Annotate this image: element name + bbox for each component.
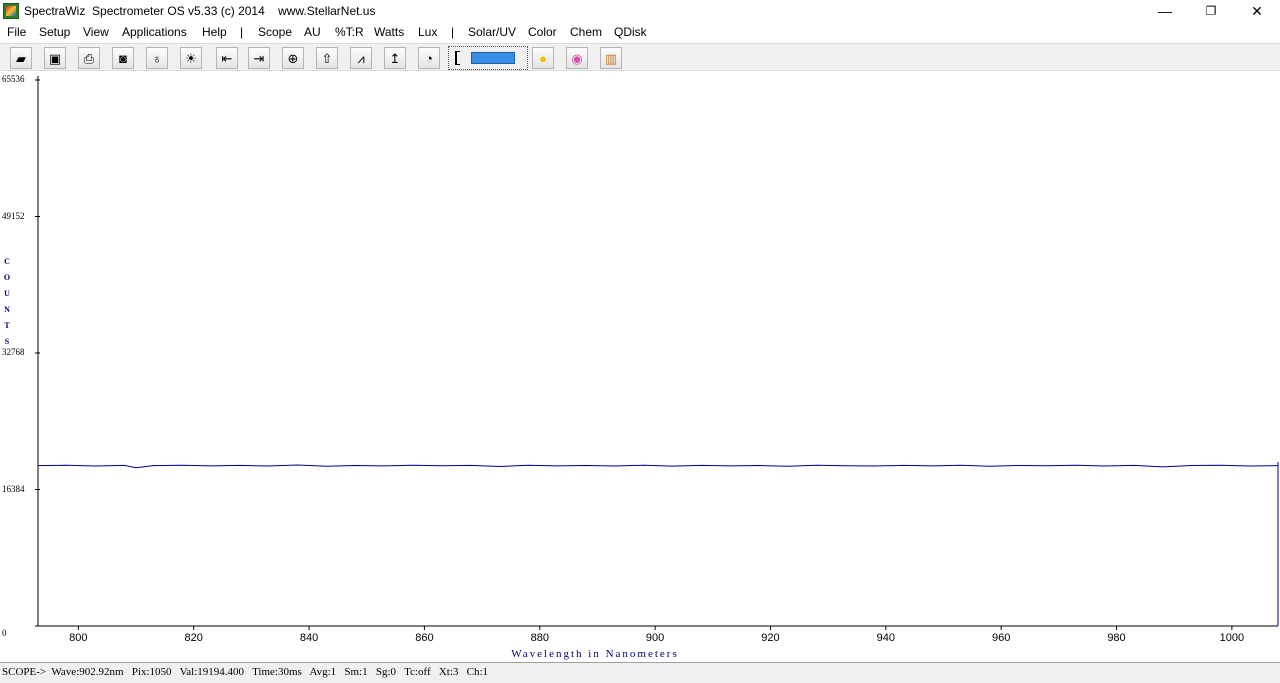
menu-watts[interactable]: Watts: [374, 25, 404, 39]
intensity-bar-control[interactable]: [448, 46, 528, 70]
x-tick-label: 1000: [1219, 632, 1245, 644]
chart-icon[interactable]: ▥: [600, 47, 622, 69]
solar-icon[interactable]: ●: [532, 47, 554, 69]
open-file-icon[interactable]: ▰: [10, 47, 32, 69]
x-tick-label: 800: [69, 632, 88, 644]
y-tick-label: 16384: [2, 483, 25, 494]
close-button[interactable]: ✕: [1234, 0, 1280, 22]
y-axis-label-letter: N: [4, 305, 10, 314]
x-tick-label: 960: [991, 632, 1011, 644]
y-tick-label: 0: [2, 628, 7, 638]
menu-au[interactable]: AU: [304, 25, 321, 39]
camera-icon[interactable]: ◙: [112, 47, 134, 69]
menu-bar: File Setup View Applications Help | Scope AU %T:…: [0, 22, 1280, 42]
print-icon[interactable]: ⎙: [78, 47, 100, 69]
spectrum-trace: [37, 464, 1279, 469]
minimize-button[interactable]: —: [1142, 0, 1188, 22]
x-tick-label: 900: [645, 632, 665, 644]
x-tick-label: 920: [761, 632, 780, 644]
y-axis-label-letter: O: [3, 273, 11, 282]
menu-scope[interactable]: Scope: [258, 25, 292, 39]
x-tick-label: 860: [415, 632, 434, 644]
spectrum-plot[interactable]: COUNTS Wavelength in Nanometers 0 16384 32…: [0, 72, 1280, 662]
menu-applications[interactable]: Applications: [122, 25, 187, 39]
x-tick-label: 840: [299, 632, 319, 644]
menu-separator-1: |: [240, 25, 244, 39]
cursor-left-icon[interactable]: ⇤: [216, 47, 238, 69]
menu-color[interactable]: Color: [528, 25, 557, 39]
save-icon[interactable]: ▣: [44, 47, 66, 69]
cursor-right-icon[interactable]: ⇥: [248, 47, 270, 69]
x-tick-label: 880: [530, 632, 549, 644]
y-tick-label: 65536: [2, 74, 25, 84]
menu-view[interactable]: View: [83, 25, 109, 39]
x-tick-label: 820: [184, 632, 203, 644]
lamp-light-icon[interactable]: ☀: [180, 47, 202, 69]
y-tick-label: 32768: [2, 347, 25, 357]
y-axis-label: COUNTS: [2, 254, 12, 350]
menu-chem[interactable]: Chem: [570, 25, 602, 39]
intensity-indicator: [471, 52, 515, 64]
zoom-icon[interactable]: ⊕: [282, 47, 304, 69]
menu-help[interactable]: Help: [202, 25, 227, 39]
x-tick-label: 980: [1107, 632, 1126, 644]
menu-solar-uv[interactable]: Solar/UV: [468, 25, 516, 39]
timer-icon[interactable]: ◔: [418, 47, 440, 69]
status-bar: SCOPE-> Wave:902.92nm Pix:1050 Val:19194…: [0, 662, 1280, 683]
x-tick-label: 940: [876, 632, 895, 644]
lamp-dark-icon[interactable]: ♁: [146, 47, 168, 69]
bracket-icon: [455, 51, 460, 65]
scale-up-icon[interactable]: ↥: [384, 47, 406, 69]
menu-file[interactable]: File: [7, 25, 26, 39]
y-axis-label-letter: U: [4, 289, 10, 298]
app-icon: [3, 3, 19, 19]
peak-icon[interactable]: ⩘: [350, 47, 372, 69]
toolbar: ▰ ▣ ⎙ ◙ ♁ ☀ ⇤ ⇥ ⊕ ⇧ ⩘ ↥ ◔ ● ◉ ▥: [0, 43, 1280, 71]
status-text: SCOPE-> Wave:902.92nm Pix:1050 Val:19194…: [2, 666, 489, 678]
maximize-button[interactable]: ❐: [1188, 0, 1234, 22]
menu-setup[interactable]: Setup: [39, 25, 70, 39]
x-axis-label: Wavelength in Nanometers: [511, 648, 679, 660]
y-axis-label-letter: C: [4, 257, 10, 266]
color-wheel-icon[interactable]: ◉: [566, 47, 588, 69]
title-bar: SpectraWiz Spectrometer OS v5.33 (c) 201…: [0, 0, 1280, 22]
window-title: SpectraWiz Spectrometer OS v5.33 (c) 201…: [24, 4, 376, 18]
menu-qdisk[interactable]: QDisk: [614, 25, 647, 39]
y-tick-label: 49152: [2, 210, 25, 221]
plot-canvas: [35, 76, 1279, 630]
menu-percent-t-r[interactable]: %T:R: [335, 25, 364, 39]
menu-lux[interactable]: Lux: [418, 25, 437, 39]
menu-separator-2: |: [451, 25, 455, 39]
autoscale-icon[interactable]: ⇧: [316, 47, 338, 69]
y-axis-label-letter: T: [4, 321, 10, 330]
